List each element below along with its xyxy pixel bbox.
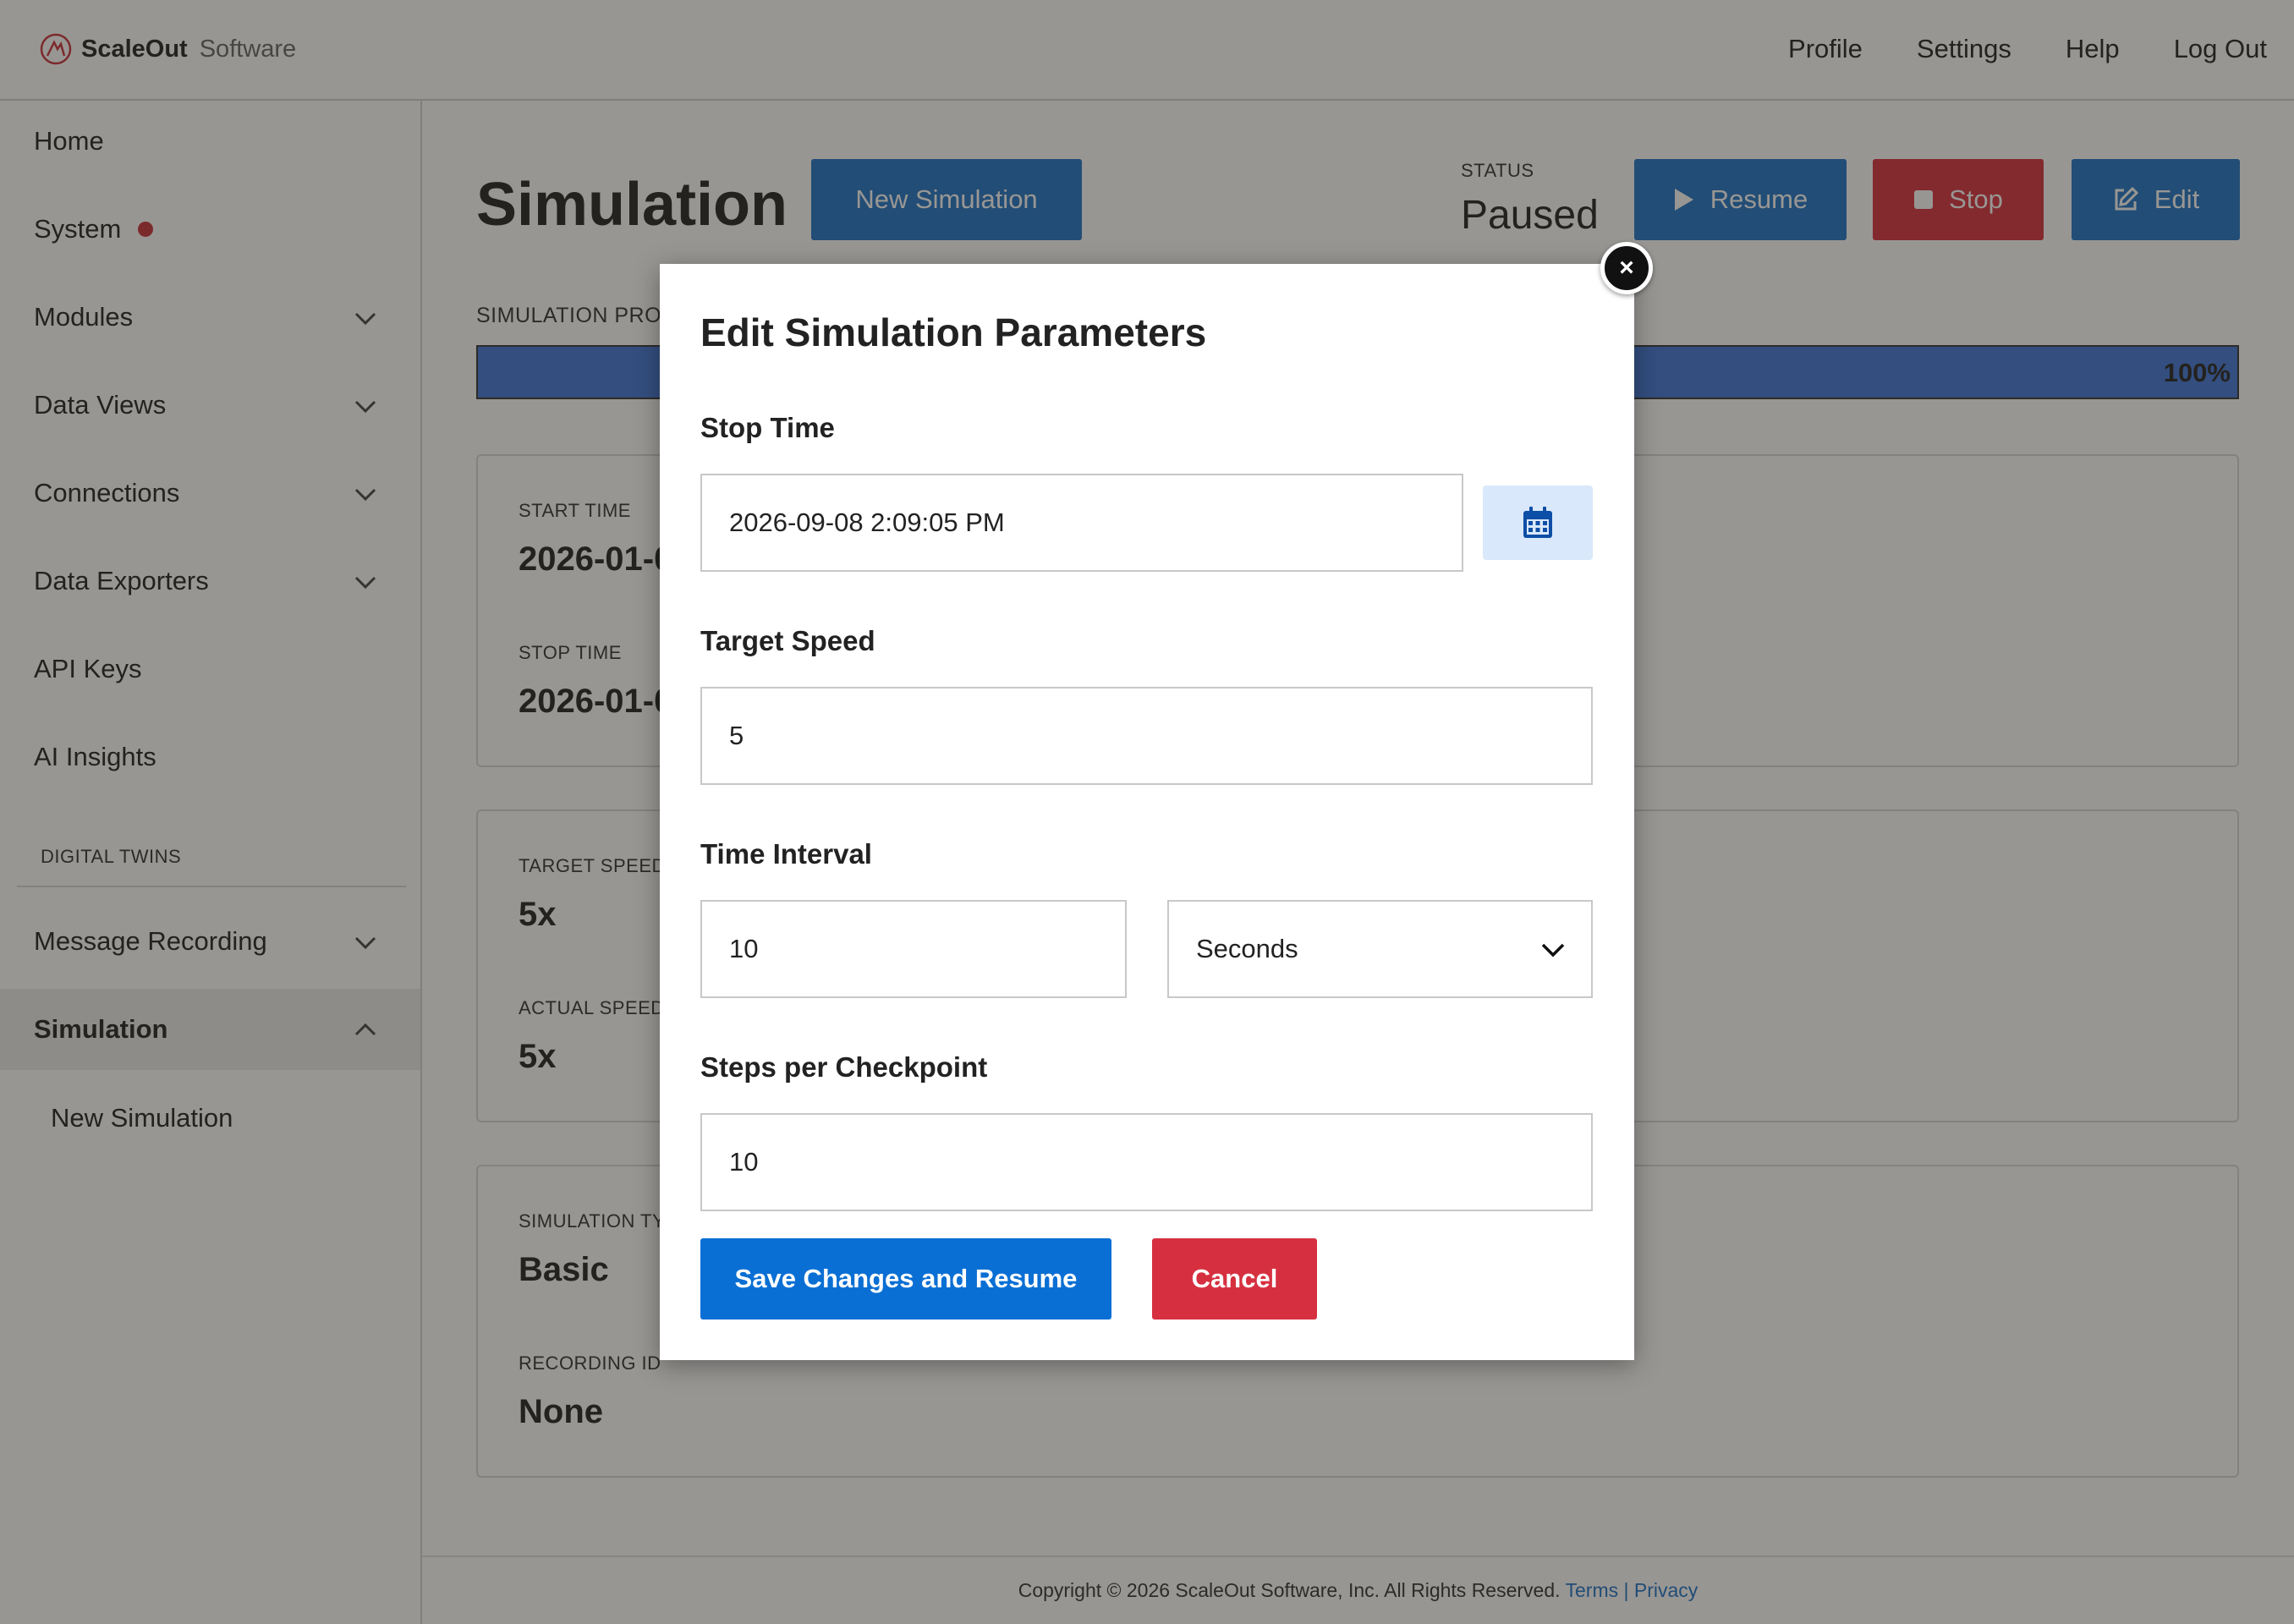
- edit-simulation-modal: Edit Simulation Parameters Stop Time 202…: [660, 264, 1634, 1360]
- cancel-button[interactable]: Cancel: [1152, 1238, 1317, 1320]
- cancel-button-label: Cancel: [1191, 1264, 1278, 1293]
- stop-time-input[interactable]: 2026-09-08 2:09:05 PM: [700, 474, 1463, 572]
- steps-field-label: Steps per Checkpoint: [700, 1051, 988, 1083]
- steps-input-value: 10: [729, 1147, 759, 1177]
- time-interval-unit-value: Seconds: [1196, 934, 1298, 963]
- calendar-button[interactable]: [1483, 486, 1593, 560]
- close-icon: ×: [1619, 254, 1634, 282]
- close-modal-button[interactable]: ×: [1600, 242, 1653, 294]
- time-interval-input-value: 10: [729, 934, 759, 963]
- calendar-icon: [1523, 507, 1552, 538]
- modal-title: Edit Simulation Parameters: [700, 310, 1207, 354]
- save-button-label: Save Changes and Resume: [734, 1264, 1078, 1293]
- save-and-resume-button[interactable]: Save Changes and Resume: [700, 1238, 1111, 1320]
- time-interval-field-label: Time Interval: [700, 838, 872, 870]
- stop-time-field-label: Stop Time: [700, 412, 835, 443]
- target-speed-input[interactable]: 5: [700, 687, 1593, 785]
- chevron-down-icon: [1541, 943, 1565, 957]
- steps-per-checkpoint-input[interactable]: 10: [700, 1113, 1593, 1211]
- target-speed-field-label: Target Speed: [700, 625, 875, 656]
- time-interval-unit-select[interactable]: Seconds: [1167, 900, 1593, 998]
- target-speed-input-value: 5: [729, 721, 744, 750]
- stop-time-input-value: 2026-09-08 2:09:05 PM: [729, 508, 1005, 537]
- time-interval-input[interactable]: 10: [700, 900, 1127, 998]
